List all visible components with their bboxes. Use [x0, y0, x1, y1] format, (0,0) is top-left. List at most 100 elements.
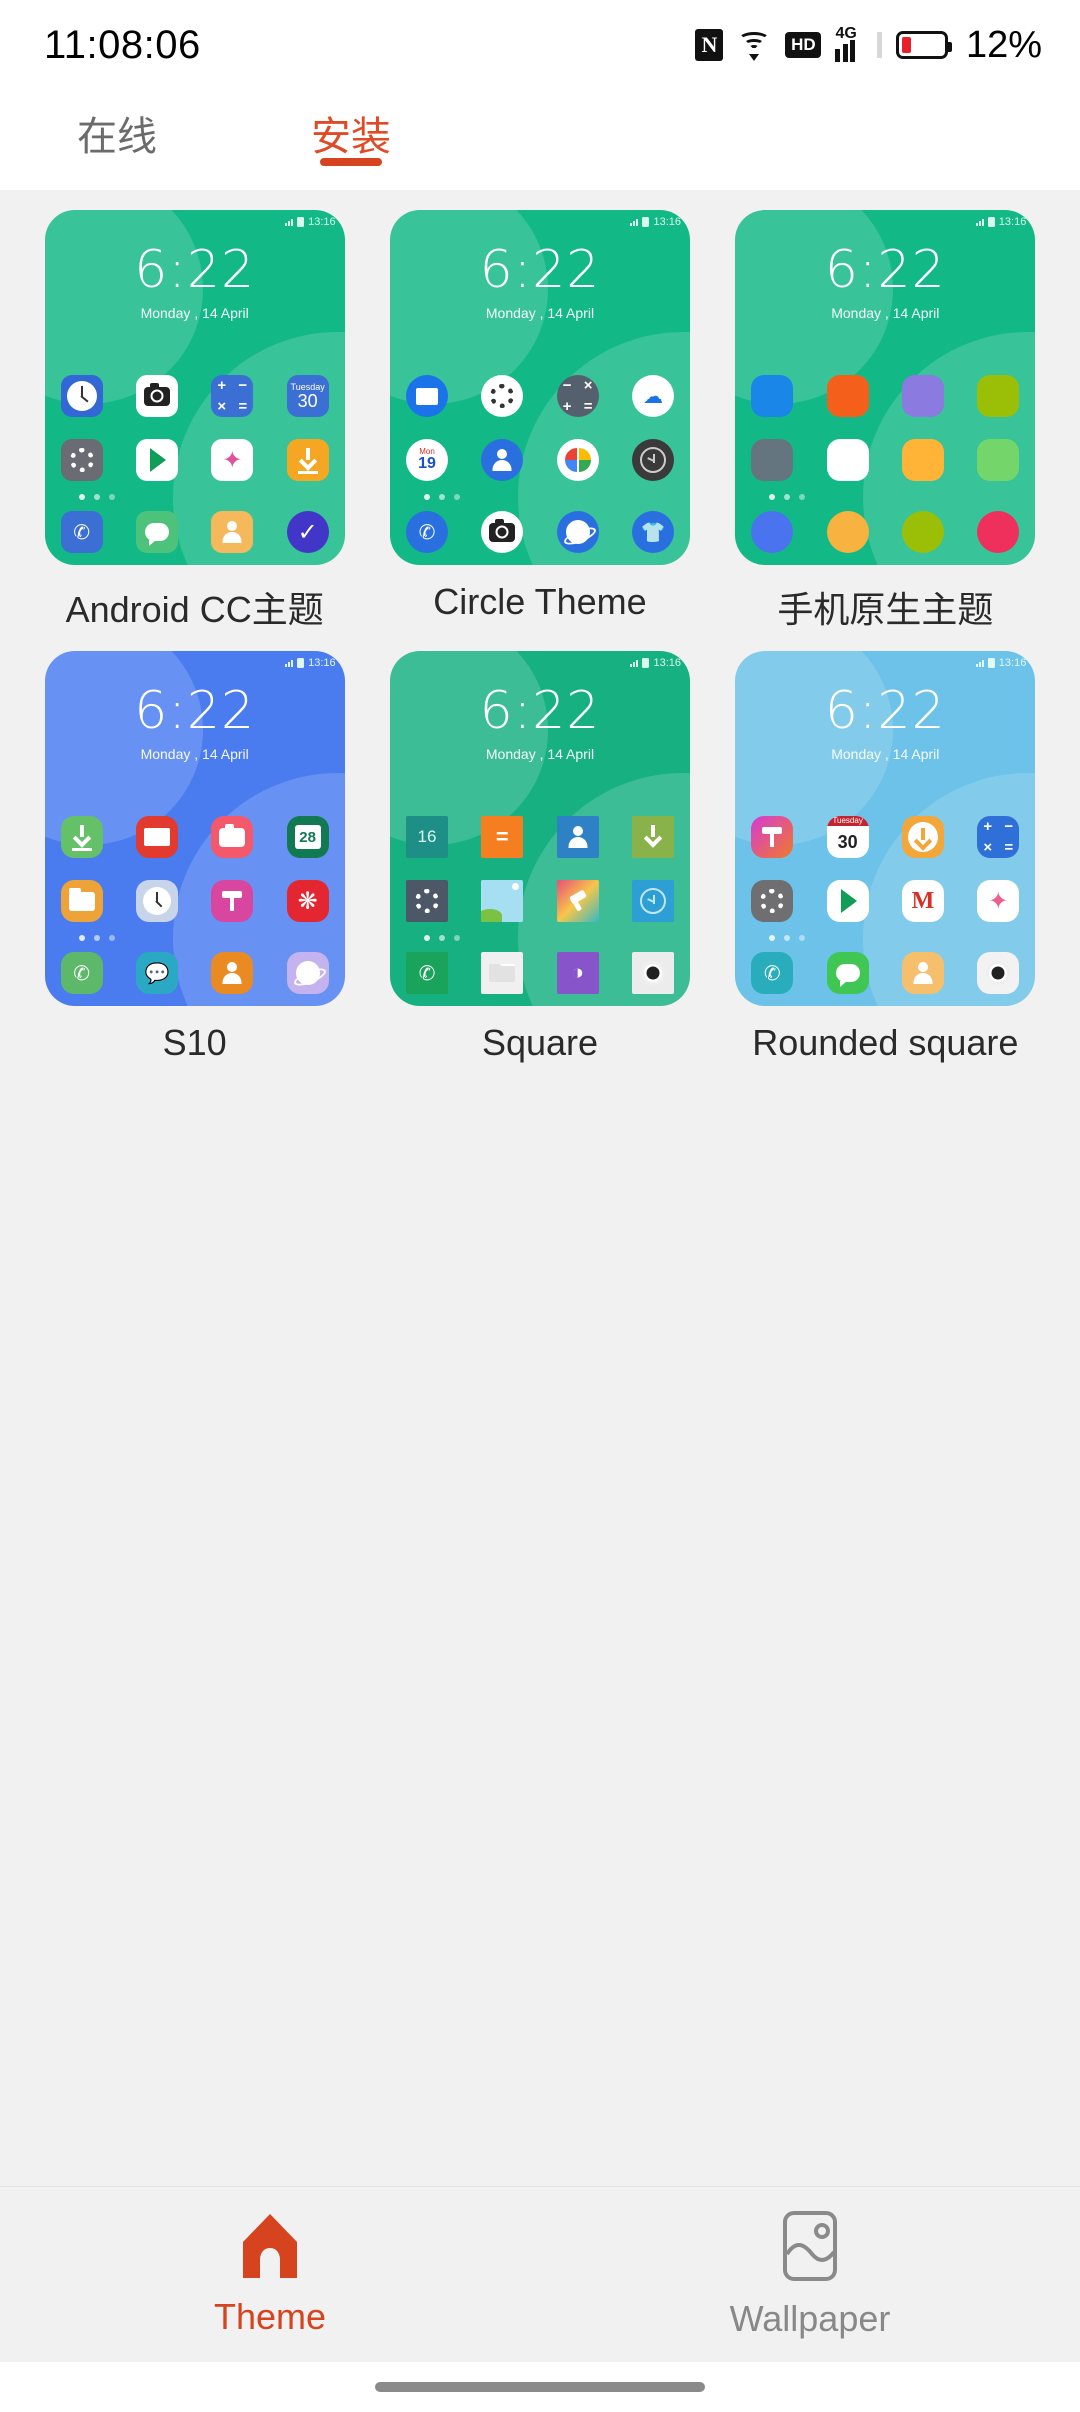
home-gesture-bar[interactable] [375, 2382, 705, 2392]
app-icon-white [826, 439, 869, 481]
theme-preview[interactable]: 13:16 6:22 Monday , 14 April [735, 210, 1036, 565]
theme-list[interactable]: 13:16 6:22 Monday , 14 April + − × = Tuesda… [0, 190, 1080, 2186]
phone-icon: ✆ [60, 511, 103, 553]
clock-icon [135, 880, 178, 922]
preview-battery-icon [297, 658, 305, 668]
page-indicator [78, 494, 115, 500]
nav-item-theme-label: Theme [213, 2295, 327, 2337]
theme-card-label: Android CC主题 [65, 589, 324, 630]
settings-icon [405, 880, 448, 922]
theme-preview[interactable]: 13:16 6:22 Monday , 14 April 28 ❋ ✆ 💬 [44, 651, 345, 1006]
preview-signal-icon [630, 659, 639, 667]
preview-dock: ✆ ◑ [390, 952, 690, 994]
contacts-icon [481, 439, 524, 481]
preview-app-grid: 28 ❋ [45, 816, 345, 944]
files-icon [60, 880, 103, 922]
preview-time: 6:22 [134, 240, 256, 300]
preview-lockscreen: 6:22 Monday , 14 April [735, 685, 1035, 762]
email-icon [135, 816, 178, 858]
preview-date: Monday , 14 April [831, 305, 940, 321]
preview-battery-icon [642, 217, 650, 227]
clock-icon [60, 375, 103, 417]
downloads-icon [60, 816, 103, 858]
theme-card[interactable]: 13:16 6:22 Monday , 14 April − × + = ☁ M… [367, 210, 712, 633]
browser-icon: ◑ [556, 952, 599, 994]
camera-icon [977, 952, 1020, 994]
theme-store-screen: 11:08:06 N HD 4G 12% 在线 安装 13:16 6:22 Mo… [0, 0, 1080, 2412]
gesture-bar-area [0, 2362, 1080, 2412]
calendar-day: 16 [417, 827, 437, 846]
preview-time: 6:22 [479, 240, 601, 300]
app-icon-blue [751, 511, 794, 553]
theme-preview[interactable]: 13:16 6:22 Monday , 14 April − × + = ☁ M… [389, 210, 690, 565]
contacts-icon [556, 816, 599, 858]
messages-icon: 💬 [135, 952, 178, 994]
tab-online[interactable]: 在线 [0, 90, 234, 162]
tab-bar: 在线 安装 [0, 90, 1080, 190]
tab-installed[interactable]: 安装 [234, 90, 468, 166]
preview-time: 6:22 [824, 240, 946, 300]
theme-card-label: Square [481, 1022, 599, 1063]
theme-preview[interactable]: 13:16 6:22 Monday , 14 April + − × = Tuesda… [44, 210, 345, 565]
phone-icon: ✆ [405, 511, 448, 553]
nav-item-wallpaper[interactable]: Wallpaper [540, 2210, 1080, 2340]
app-icon-olive [901, 511, 944, 553]
preview-clock: 13:16 [308, 657, 336, 669]
wifi-icon [737, 29, 771, 61]
settings-icon [481, 375, 524, 417]
theme-card[interactable]: 13:16 6:22 Monday , 14 April 16 = ✆ ◑ Sq… [367, 651, 712, 1064]
theme-card[interactable]: 13:16 6:22 Monday , 14 April 手机原生主题 [713, 210, 1058, 633]
calculator-icon: + − × = [211, 375, 254, 417]
preview-signal-icon [975, 218, 984, 226]
preview-app-grid [735, 375, 1035, 503]
settings-icon [60, 439, 103, 481]
preview-app-grid: + − × = Tuesday 30 ✦ [45, 375, 345, 503]
preview-lockscreen: 6:22 Monday , 14 April [45, 685, 345, 762]
preview-status-bar: 13:16 [285, 657, 336, 669]
preview-clock: 13:16 [998, 657, 1027, 669]
downloads-icon [901, 816, 944, 858]
clock-icon [631, 880, 674, 922]
signal-secondary-icon [876, 32, 882, 58]
camera-icon [211, 816, 254, 858]
camera-icon [135, 375, 178, 417]
tab-online-label: 在线 [77, 115, 157, 159]
phone-icon: ✆ [405, 952, 448, 994]
calendar-day: 28 [294, 825, 321, 849]
preview-status-bar: 13:16 [630, 657, 681, 669]
theme-preview[interactable]: 13:16 6:22 Monday , 14 April 16 = ✆ ◑ [389, 651, 690, 1006]
preview-battery-icon [297, 217, 305, 227]
page-indicator [769, 494, 806, 500]
downloads-icon [286, 439, 329, 481]
phone-icon: ✆ [60, 952, 103, 994]
preview-date: Monday , 14 April [140, 746, 249, 762]
calculator-icon: + − × = [977, 816, 1020, 858]
house-icon [239, 2212, 301, 2280]
preview-lockscreen: 6:22 Monday , 14 April [390, 685, 690, 762]
app-icon-gray [751, 439, 794, 481]
preview-signal-icon [975, 659, 984, 667]
preview-clock: 13:16 [653, 216, 681, 228]
theme-card[interactable]: 13:16 6:22 Monday , 14 April 28 ❋ ✆ 💬 S1… [22, 651, 367, 1064]
preview-dock: ✆ 👕 [390, 511, 690, 553]
tab-installed-label: 安装 [311, 115, 391, 159]
image-icon [782, 2210, 838, 2282]
preview-status-bar: 13:16 [975, 657, 1027, 669]
browser-icon [286, 952, 329, 994]
theme-card[interactable]: 13:16 6:22 Monday , 14 April + − × = Tuesda… [22, 210, 367, 633]
theme-card[interactable]: 13:16 6:22 Monday , 14 April Tuesday 30 [713, 651, 1058, 1064]
preview-battery-icon [987, 217, 995, 227]
nav-item-theme[interactable]: Theme [0, 2212, 540, 2338]
settings-icon [751, 880, 794, 922]
preview-dock [735, 511, 1035, 553]
gallery-icon [481, 880, 524, 922]
theme-card-label: S10 [162, 1022, 227, 1063]
email-icon [481, 952, 524, 994]
preview-signal-icon [285, 659, 294, 667]
preview-clock: 13:16 [308, 216, 336, 228]
preview-lockscreen: 6:22 Monday , 14 April [390, 244, 690, 321]
tab-installed-indicator [320, 158, 382, 166]
battery-percent-label: 12% [965, 23, 1042, 66]
page-indicator [423, 494, 460, 500]
theme-preview[interactable]: 13:16 6:22 Monday , 14 April Tuesday 30 [735, 651, 1036, 1006]
